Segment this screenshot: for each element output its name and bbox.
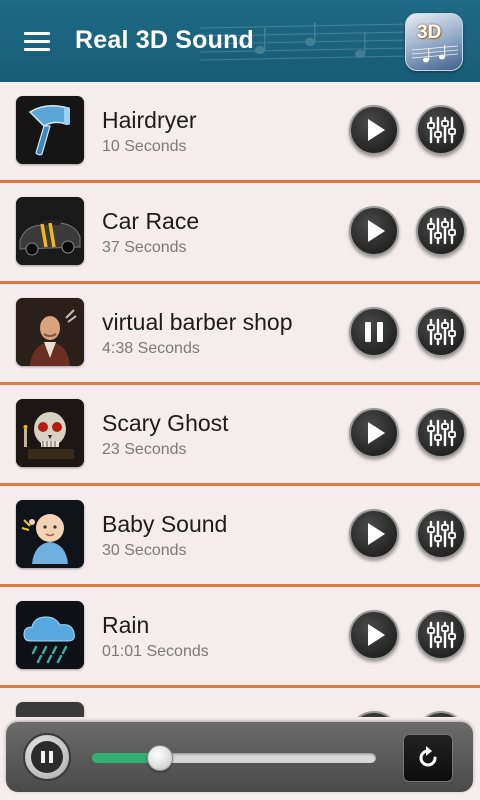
pause-icon — [31, 741, 63, 773]
equalizer-button[interactable] — [416, 105, 466, 155]
equalizer-button[interactable] — [416, 307, 466, 357]
app-title: Real 3D Sound — [75, 26, 255, 54]
sound-title: Hairdryer — [102, 107, 197, 133]
equalizer-button[interactable] — [416, 610, 466, 660]
play-icon — [368, 624, 385, 646]
sound-duration: 01:01 Seconds — [102, 643, 209, 660]
skull-icon — [16, 399, 84, 467]
play-button[interactable] — [349, 610, 399, 660]
sound-title: Baby Sound — [102, 511, 228, 537]
equalizer-icon — [427, 318, 456, 346]
equalizer-button[interactable] — [416, 711, 466, 717]
equalizer-icon — [427, 520, 456, 548]
sound-title: Scary Ghost — [102, 410, 229, 436]
pause-button[interactable] — [349, 307, 399, 357]
play-button[interactable] — [349, 711, 399, 717]
play-button[interactable] — [349, 509, 399, 559]
sound-row-baby-sound[interactable]: Baby Sound 30 Seconds — [0, 486, 480, 587]
play-button[interactable] — [349, 105, 399, 155]
equalizer-icon — [427, 217, 456, 245]
equalizer-button[interactable] — [416, 408, 466, 458]
sound-row-partial[interactable] — [0, 688, 480, 717]
sound-duration: 23 Seconds — [102, 441, 187, 458]
repeat-button[interactable] — [403, 734, 453, 782]
player-pause-button[interactable] — [23, 733, 71, 781]
pause-icon — [365, 322, 383, 342]
play-icon — [368, 422, 385, 444]
sound-thumbnail — [16, 702, 84, 717]
app-logo: 3D — [405, 13, 463, 71]
sound-duration: 30 Seconds — [102, 542, 187, 559]
sound-row-rain[interactable]: Rain 01:01 Seconds — [0, 587, 480, 688]
play-button[interactable] — [349, 408, 399, 458]
player-bar — [6, 722, 473, 792]
repeat-icon — [419, 746, 437, 767]
race-car-icon — [16, 197, 84, 265]
sound-duration: 10 Seconds — [102, 138, 187, 155]
equalizer-icon — [427, 419, 456, 447]
play-icon — [368, 220, 385, 242]
play-icon — [368, 523, 385, 545]
sound-title: Rain — [102, 612, 150, 638]
rain-cloud-icon — [16, 601, 84, 669]
sound-title: Car Race — [102, 208, 200, 234]
sound-title: virtual barber shop — [102, 309, 293, 335]
app-bar: Real 3D Sound 3D — [0, 0, 480, 82]
sound-row-virtual-barber-shop[interactable]: virtual barber shop 4:38 Seconds — [0, 284, 480, 385]
music-notes-icon — [412, 45, 458, 63]
play-button[interactable] — [349, 206, 399, 256]
sound-duration: 4:38 Seconds — [102, 340, 200, 357]
progress-slider[interactable] — [92, 745, 376, 771]
barber-icon — [16, 298, 84, 366]
equalizer-icon — [427, 116, 456, 144]
sound-row-hairdryer[interactable]: Hairdryer 10 Seconds — [0, 82, 480, 183]
progress-knob[interactable] — [147, 745, 174, 771]
sound-row-car-race[interactable]: Car Race 37 Seconds — [0, 183, 480, 284]
hamburger-menu-icon[interactable] — [24, 32, 50, 52]
equalizer-button[interactable] — [416, 206, 466, 256]
play-icon — [368, 119, 385, 141]
equalizer-button[interactable] — [416, 509, 466, 559]
baby-icon — [16, 500, 84, 568]
equalizer-icon — [427, 621, 456, 649]
app-logo-text: 3D — [417, 22, 442, 43]
hairdryer-icon — [16, 96, 84, 164]
sound-row-scary-ghost[interactable]: Scary Ghost 23 Seconds — [0, 385, 480, 486]
sound-duration: 37 Seconds — [102, 239, 187, 256]
sound-list[interactable]: Hairdryer 10 Seconds Car Race 37 Seconds… — [0, 82, 480, 717]
